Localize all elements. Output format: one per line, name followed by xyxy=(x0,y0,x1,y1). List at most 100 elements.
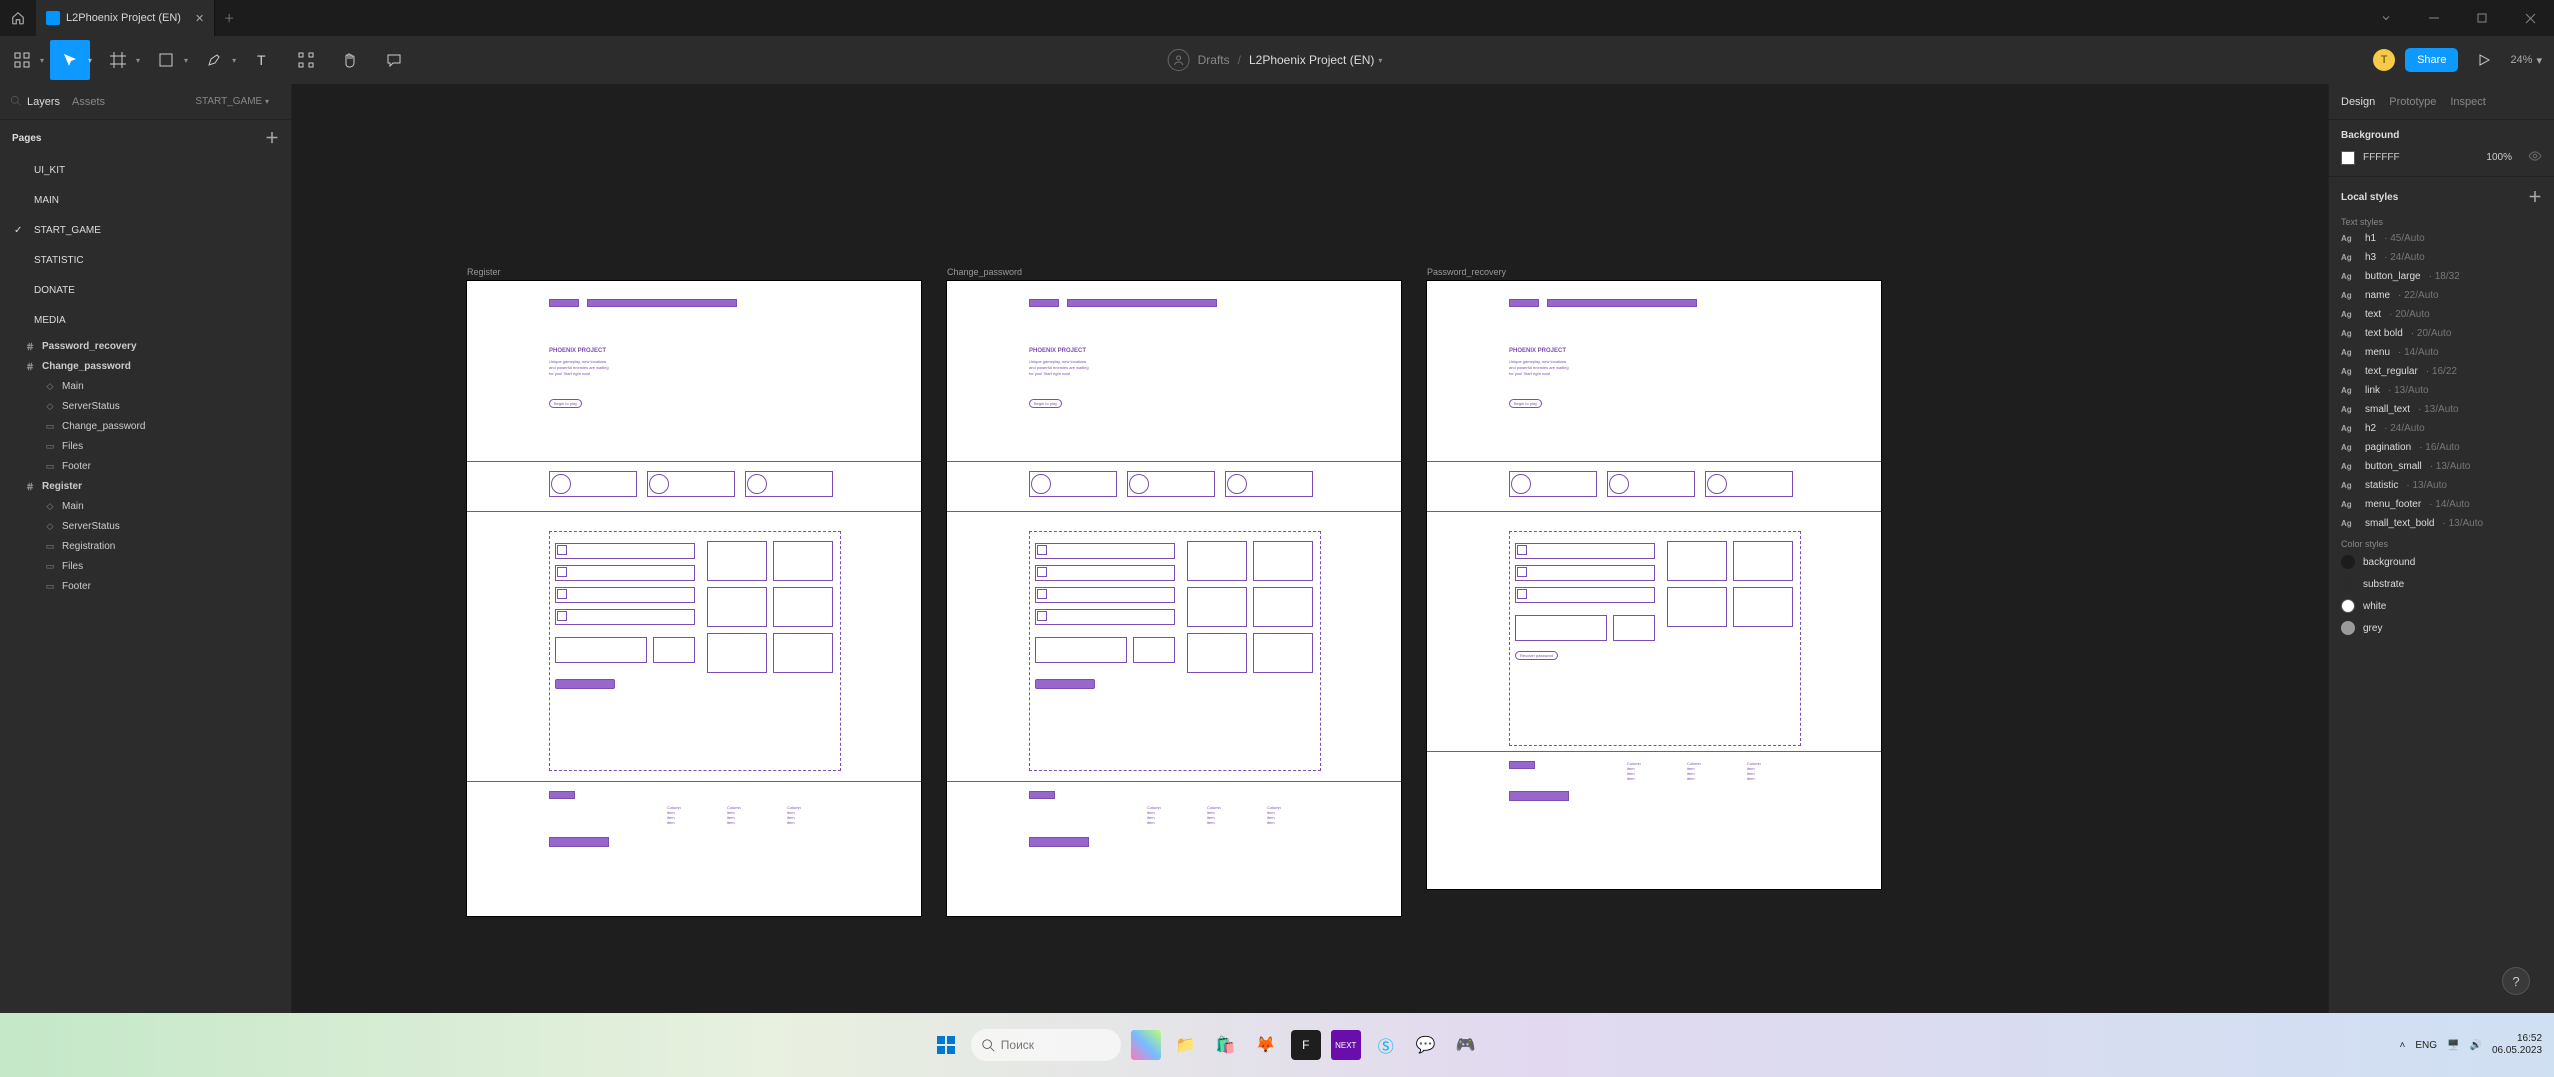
user-avatar[interactable]: T xyxy=(2373,49,2395,71)
close-tab-icon[interactable]: ✕ xyxy=(195,12,204,25)
text-style-row[interactable]: Agtext · 20/Auto xyxy=(2329,305,2554,324)
taskbar-explorer-icon[interactable]: 📁 xyxy=(1171,1030,1201,1060)
text-style-row[interactable]: Agtext_regular · 16/22 xyxy=(2329,362,2554,381)
text-style-row[interactable]: Agh3 · 24/Auto xyxy=(2329,248,2554,267)
layer-item[interactable]: Footer xyxy=(0,456,291,476)
pen-tool[interactable] xyxy=(194,40,234,80)
artboard-title[interactable]: Register xyxy=(467,267,501,277)
main-menu-button[interactable] xyxy=(2,40,42,80)
tray-network-icon[interactable]: 🖥️ xyxy=(2447,1040,2459,1051)
frame-tool-caret[interactable]: ▾ xyxy=(136,56,144,65)
shape-tool[interactable] xyxy=(146,40,186,80)
tray-chevron-icon[interactable]: ˄ xyxy=(2400,1040,2406,1051)
text-style-row[interactable]: Agstatistic · 13/Auto xyxy=(2329,476,2554,495)
main-menu-caret[interactable]: ▾ xyxy=(40,56,48,65)
layer-item[interactable]: Files xyxy=(0,436,291,456)
taskbar-app-next[interactable]: NEXT xyxy=(1331,1030,1361,1060)
background-swatch[interactable] xyxy=(2341,151,2355,165)
breadcrumb-location[interactable]: Drafts xyxy=(1198,53,1230,67)
artboard[interactable]: Password_recoveryPHOENIX PROJECTUnique g… xyxy=(1426,280,1882,890)
text-style-row[interactable]: Agpagination · 16/Auto xyxy=(2329,438,2554,457)
text-style-row[interactable]: Agsmall_text · 13/Auto xyxy=(2329,400,2554,419)
text-style-row[interactable]: Agtext bold · 20/Auto xyxy=(2329,324,2554,343)
help-button[interactable]: ? xyxy=(2502,967,2530,995)
text-style-row[interactable]: Agh1 · 45/Auto xyxy=(2329,229,2554,248)
page-item[interactable]: DONATE xyxy=(0,276,291,306)
taskbar-firefox-icon[interactable]: 🦊 xyxy=(1251,1030,1281,1060)
inspect-tab[interactable]: Inspect xyxy=(2450,96,2485,108)
layer-item[interactable]: Change_password xyxy=(0,416,291,436)
tray-clock[interactable]: 16:52 06.05.2023 xyxy=(2492,1033,2542,1057)
page-indicator[interactable]: START_GAME ▾ xyxy=(195,96,269,107)
page-item[interactable]: START_GAME xyxy=(0,216,291,246)
hand-tool[interactable] xyxy=(330,40,370,80)
assets-tab[interactable]: Assets xyxy=(72,96,105,108)
window-chevron-button[interactable] xyxy=(2362,0,2410,36)
comment-tool[interactable] xyxy=(374,40,414,80)
text-style-row[interactable]: Agmenu · 14/Auto xyxy=(2329,343,2554,362)
layer-item[interactable]: Password_recovery xyxy=(0,336,291,356)
text-style-row[interactable]: Agh2 · 24/Auto xyxy=(2329,419,2554,438)
move-tool-caret[interactable]: ▾ xyxy=(88,56,96,65)
background-hex[interactable]: FFFFFF xyxy=(2363,152,2400,163)
frame-tool[interactable] xyxy=(98,40,138,80)
page-item[interactable]: MAIN xyxy=(0,186,291,216)
breadcrumb-project[interactable]: L2Phoenix Project (EN) xyxy=(1249,53,1374,67)
layer-item[interactable]: Change_password xyxy=(0,356,291,376)
artboard[interactable]: Change_passwordPHOENIX PROJECTUnique gam… xyxy=(946,280,1402,917)
shape-tool-caret[interactable]: ▾ xyxy=(184,56,192,65)
layer-item[interactable]: Footer xyxy=(0,576,291,596)
text-style-row[interactable]: Agsmall_text_bold · 13/Auto xyxy=(2329,514,2554,533)
taskbar-skype-icon[interactable]: Ⓢ xyxy=(1371,1030,1401,1060)
color-style-row[interactable]: white xyxy=(2329,595,2554,617)
taskbar-app-1[interactable] xyxy=(1131,1030,1161,1060)
artboard[interactable]: RegisterPHOENIX PROJECTUnique gameplay, … xyxy=(466,280,922,917)
prototype-tab[interactable]: Prototype xyxy=(2389,96,2436,108)
taskbar-search-input[interactable] xyxy=(1001,1038,1101,1052)
artboard-title[interactable]: Change_password xyxy=(947,267,1022,277)
minimize-button[interactable] xyxy=(2410,0,2458,36)
layer-item[interactable]: Main xyxy=(0,376,291,396)
add-page-button[interactable]: ＋ xyxy=(265,128,279,148)
text-tool[interactable]: T xyxy=(242,40,282,80)
add-style-button[interactable]: ＋ xyxy=(2528,187,2542,207)
home-button[interactable] xyxy=(0,0,36,36)
taskbar-search[interactable] xyxy=(971,1029,1121,1061)
close-window-button[interactable] xyxy=(2506,0,2554,36)
artboard-title[interactable]: Password_recovery xyxy=(1427,267,1506,277)
canvas[interactable]: RegisterPHOENIX PROJECTUnique gameplay, … xyxy=(292,84,2328,1013)
page-item[interactable]: MEDIA xyxy=(0,306,291,336)
present-button[interactable] xyxy=(2470,40,2498,80)
file-tab[interactable]: L2Phoenix Project (EN) ✕ xyxy=(36,0,215,36)
layer-item[interactable]: Files xyxy=(0,556,291,576)
visibility-toggle-icon[interactable] xyxy=(2528,149,2542,166)
design-tab[interactable]: Design xyxy=(2341,96,2375,108)
color-style-row[interactable]: grey xyxy=(2329,617,2554,639)
layer-item[interactable]: Main xyxy=(0,496,291,516)
tray-language[interactable]: ENG xyxy=(2415,1040,2437,1051)
taskbar-discord-icon[interactable]: 🎮 xyxy=(1451,1030,1481,1060)
text-style-row[interactable]: Agbutton_small · 13/Auto xyxy=(2329,457,2554,476)
share-button[interactable]: Share xyxy=(2405,48,2458,72)
text-style-row[interactable]: Agbutton_large · 18/32 xyxy=(2329,267,2554,286)
layer-item[interactable]: Registration xyxy=(0,536,291,556)
color-style-row[interactable]: background xyxy=(2329,551,2554,573)
page-item[interactable]: STATISTIC xyxy=(0,246,291,276)
resources-tool[interactable] xyxy=(286,40,326,80)
search-icon[interactable] xyxy=(10,95,21,109)
text-style-row[interactable]: Aglink · 13/Auto xyxy=(2329,381,2554,400)
zoom-control[interactable]: 24%▾ xyxy=(2510,54,2542,67)
taskbar-figma-icon[interactable]: F xyxy=(1291,1030,1321,1060)
layer-item[interactable]: ServerStatus xyxy=(0,516,291,536)
maximize-button[interactable] xyxy=(2458,0,2506,36)
project-avatar-icon[interactable] xyxy=(1168,49,1190,71)
taskbar-app-chat[interactable]: 💬 xyxy=(1411,1030,1441,1060)
background-opacity[interactable]: 100% xyxy=(2486,152,2512,163)
start-button[interactable] xyxy=(931,1030,961,1060)
tray-sound-icon[interactable]: 🔊 xyxy=(2470,1040,2482,1051)
text-style-row[interactable]: Agname · 22/Auto xyxy=(2329,286,2554,305)
layer-item[interactable]: ServerStatus xyxy=(0,396,291,416)
pen-tool-caret[interactable]: ▾ xyxy=(232,56,240,65)
color-style-row[interactable]: substrate xyxy=(2329,573,2554,595)
taskbar-store-icon[interactable]: 🛍️ xyxy=(1211,1030,1241,1060)
